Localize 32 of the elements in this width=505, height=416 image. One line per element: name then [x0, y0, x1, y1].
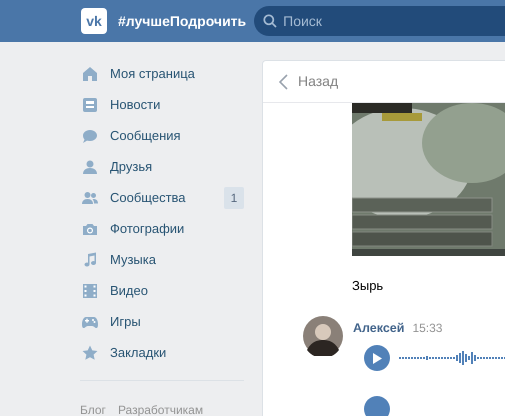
menu-item[interactable]: Видео — [82, 280, 244, 300]
menu-item[interactable]: Друзья — [82, 156, 244, 176]
menu-item[interactable]: Сообщества — [82, 188, 224, 208]
play-icon — [372, 352, 382, 364]
message-time: 15:33 — [412, 320, 442, 336]
star-icon — [82, 344, 98, 360]
menu-item[interactable]: Новости — [82, 94, 244, 114]
film-icon — [82, 282, 98, 298]
speech-bubble-icon — [82, 128, 98, 144]
counter-badge: 1 — [224, 186, 244, 208]
menu-item[interactable]: Моя страница — [82, 64, 244, 84]
menu-item[interactable]: Закладки — [82, 342, 244, 362]
menu-item[interactable]: Сообщения — [82, 126, 244, 146]
people-icon — [82, 190, 98, 206]
author-name[interactable]: Алексей — [353, 318, 404, 338]
play-button[interactable] — [364, 396, 390, 416]
page-title: #лучшеПодрочить — [118, 12, 246, 31]
search-icon — [263, 14, 278, 28]
music-note-icon — [82, 252, 98, 268]
chevron-left-icon — [279, 74, 288, 90]
avatar[interactable] — [303, 316, 343, 356]
search-field[interactable]: Поиск — [254, 6, 505, 36]
newspaper-icon — [82, 96, 98, 112]
message-text: Зырь — [352, 277, 384, 295]
home-icon — [82, 66, 98, 82]
menu-item[interactable]: Игры — [82, 312, 244, 332]
person-icon — [82, 158, 98, 174]
logo[interactable]: vk — [81, 8, 107, 34]
play-button[interactable] — [364, 345, 390, 372]
menu-item[interactable]: Музыка — [82, 250, 244, 270]
menu-item[interactable]: Фотографии — [82, 218, 244, 238]
back-button[interactable]: Назад — [279, 71, 338, 92]
